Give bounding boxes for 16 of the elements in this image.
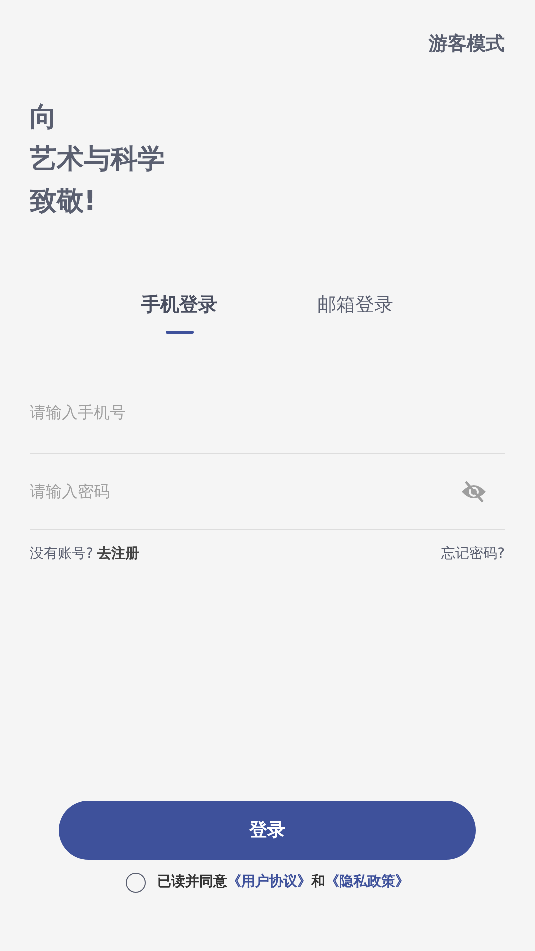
policy-link[interactable]: 《用户协议》 [228,874,312,890]
agreement-text: 已读并同意《用户协议》和《隐私政策》 [158,872,410,892]
phone-input[interactable]: 请输入手机号 [30,400,505,430]
guest-mode-link[interactable]: 游客模式 [429,30,505,58]
headline-line: 艺术与科学 [30,142,166,176]
agreement-checkbox[interactable] [126,872,146,892]
register-prompt: 没有账号? [30,545,94,564]
headline-line: 向 [30,100,58,134]
forgot-password-link[interactable]: 忘记密码? [442,544,505,565]
headline-line: 致敬! [30,184,98,218]
policy-link[interactable]: 《隐私政策》 [326,874,410,890]
login-tab[interactable]: 邮箱登录 [318,290,394,334]
register-link[interactable]: 去注册 [97,544,140,565]
login-tab[interactable]: 手机登录 [142,290,218,334]
password-input[interactable]: 请输入密码 [30,480,461,504]
login-button[interactable]: 登录 [59,801,476,860]
